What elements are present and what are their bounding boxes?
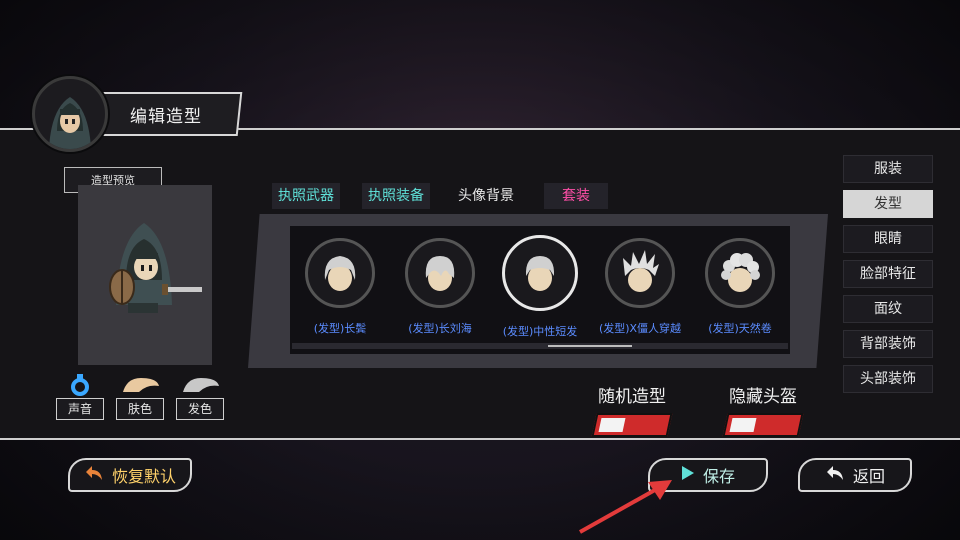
spiky-hair-icon: [623, 250, 659, 292]
save-button[interactable]: 保存: [648, 458, 768, 492]
reset-default-label: 恢复默认: [111, 467, 176, 486]
hair-item-ring: [405, 238, 475, 308]
save-label: 保存: [702, 467, 735, 486]
hair-color-label: 发色: [176, 398, 224, 420]
long-sideburns-hair-icon: [324, 256, 356, 291]
hair-item[interactable]: (发型)X僵人穿越: [595, 238, 685, 336]
tab-license-weapon[interactable]: 执照武器: [272, 183, 340, 209]
reset-default-button[interactable]: 恢复默认: [68, 458, 192, 492]
hide-helmet-toggle[interactable]: [722, 413, 804, 437]
hair-item-name: (发型)中性短发: [502, 325, 578, 338]
tab-avatar-background[interactable]: 头像背景: [452, 183, 520, 209]
character-preview: [78, 185, 212, 365]
hide-helmet-toggle-group: 隐藏头盔: [718, 382, 808, 437]
voice-icon: [56, 374, 104, 396]
back-arrow-icon: [825, 464, 845, 486]
random-style-toggle[interactable]: [591, 413, 673, 437]
skin-swatch-icon: [116, 374, 164, 396]
scrollbar-thumb[interactable]: [548, 345, 632, 347]
undo-icon: [84, 464, 104, 486]
menu-item-back-decoration[interactable]: 背部装饰: [843, 330, 933, 358]
random-style-toggle-group: 随机造型: [587, 382, 677, 437]
skin-color-stat[interactable]: 肤色: [116, 374, 164, 420]
neutral-short-hair-icon: [525, 256, 555, 291]
hair-item-ring: [705, 238, 775, 308]
page-title: 编辑造型: [130, 106, 202, 127]
hair-item-ring: [305, 238, 375, 308]
voice-label: 声音: [56, 398, 104, 420]
long-bangs-hair-icon: [425, 256, 455, 291]
play-icon: [681, 465, 695, 485]
menu-item-head-decoration[interactable]: 头部装饰: [843, 365, 933, 393]
hair-item[interactable]: (发型)天然卷: [695, 238, 785, 336]
back-label: 返回: [852, 467, 885, 486]
toggle-knob: [598, 418, 626, 432]
hair-item[interactable]: (发型)长刘海: [395, 238, 485, 336]
curly-hair-icon: [721, 253, 760, 292]
hair-item-name: (发型)长刘海: [408, 322, 472, 335]
hair-item-name: (发型)天然卷: [708, 322, 772, 335]
menu-item-face-pattern[interactable]: 面纹: [843, 295, 933, 323]
hair-item-selected[interactable]: (发型)中性短发: [495, 235, 585, 339]
items-scrollbar[interactable]: [292, 343, 788, 349]
page-title-tag: 编辑造型: [93, 92, 243, 136]
back-button[interactable]: 返回: [798, 458, 912, 492]
hooded-knight-icon: [109, 223, 202, 313]
player-avatar: [32, 76, 108, 152]
hair-item-name: (发型)长鬓: [313, 322, 367, 335]
menu-item-clothing[interactable]: 服装: [843, 155, 933, 183]
hair-color-stat[interactable]: 发色: [176, 374, 224, 420]
hair-item-name: (发型)X僵人穿越: [598, 322, 682, 335]
tab-outfit-set[interactable]: 套装: [544, 183, 608, 209]
menu-item-eyes[interactable]: 眼睛: [843, 225, 933, 253]
hair-item[interactable]: (发型)长鬓: [295, 238, 385, 336]
menu-item-face-features[interactable]: 脸部特征: [843, 260, 933, 288]
voice-stat[interactable]: 声音: [56, 374, 104, 420]
hair-item-ring: [502, 235, 578, 311]
hide-helmet-label: 隐藏头盔: [729, 387, 797, 407]
menu-item-hairstyle[interactable]: 发型: [843, 190, 933, 218]
skin-color-label: 肤色: [116, 398, 164, 420]
hooded-character-icon: [49, 97, 91, 149]
random-style-label: 随机造型: [598, 387, 666, 407]
hair-swatch-icon: [176, 374, 224, 396]
toggle-knob: [729, 418, 757, 432]
tab-license-equipment[interactable]: 执照装备: [362, 183, 430, 209]
hair-item-ring: [605, 238, 675, 308]
